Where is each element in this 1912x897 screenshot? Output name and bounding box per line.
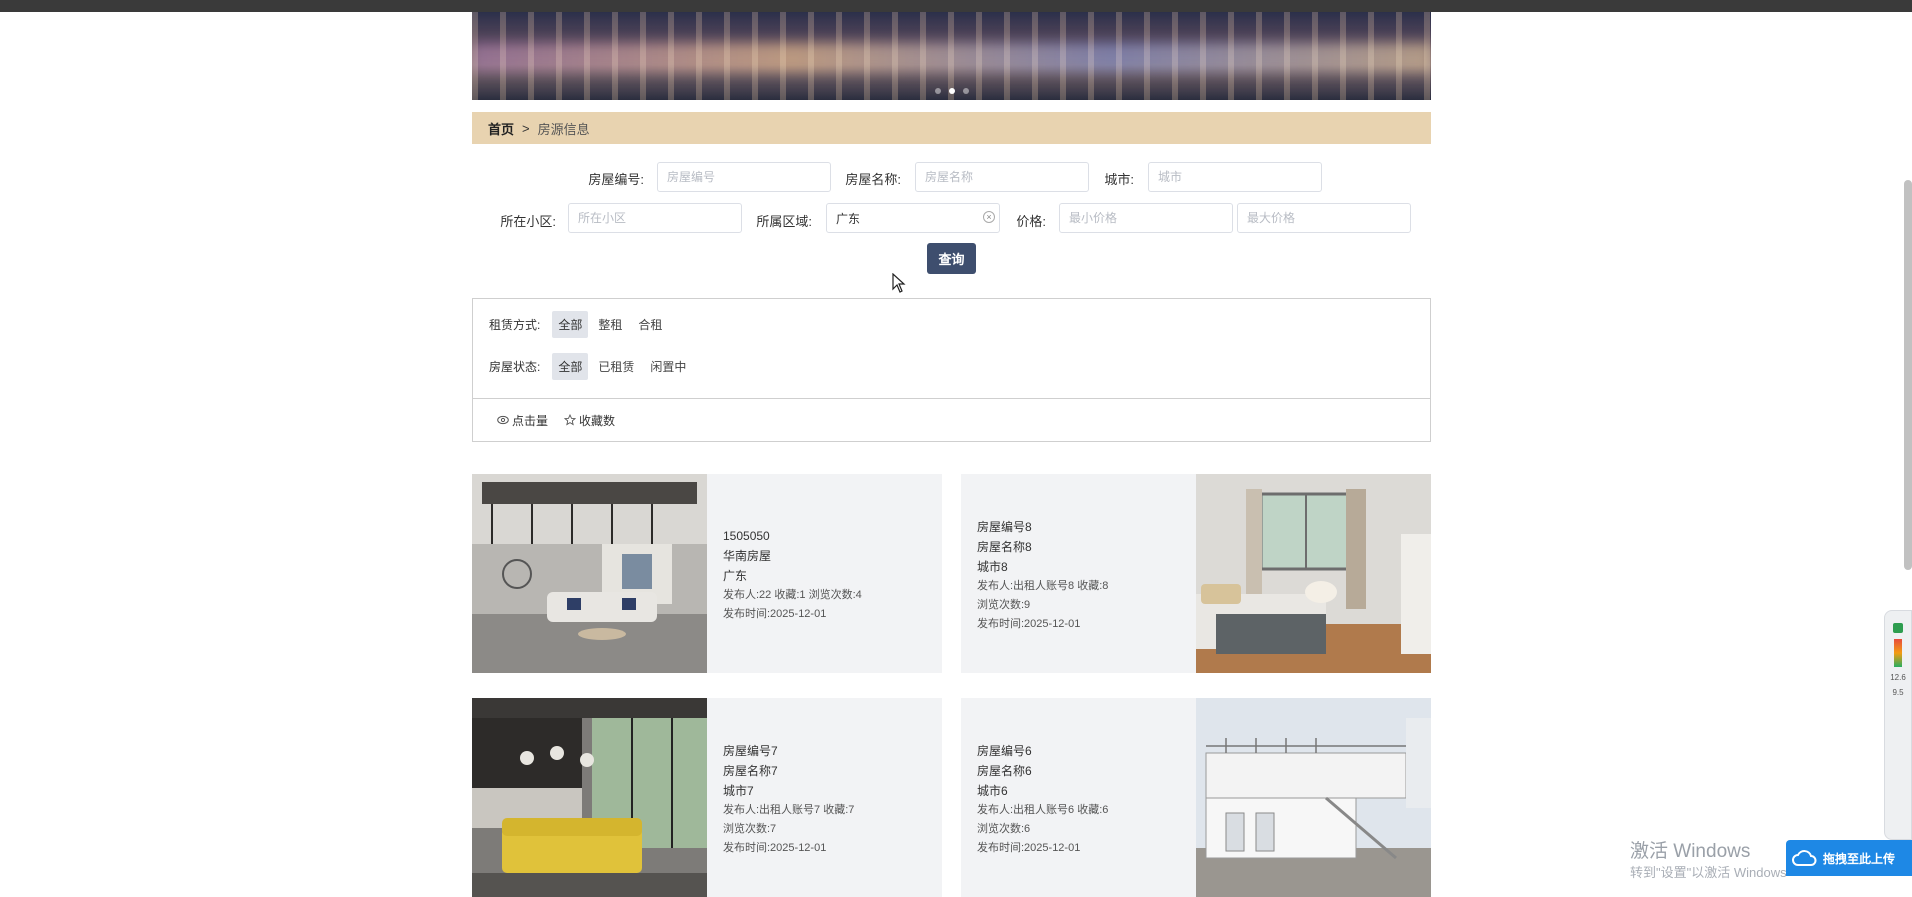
upload-button[interactable]: 拖拽至此上传	[1786, 840, 1912, 876]
listing-card[interactable]: 房屋编号8 房屋名称8 城市8 发布人:出租人账号8 收藏:8 浏览次数:9 发…	[961, 474, 1431, 673]
status-option-idle[interactable]: 闲置中	[644, 353, 692, 380]
windows-activation-subtext: 转到"设置"以激活 Windows	[1630, 865, 1787, 880]
listing-card[interactable]: 房屋编号6 房屋名称6 城市6 发布人:出租人账号6 收藏:6 浏览次数:6 发…	[961, 698, 1431, 897]
rent-type-option-shared[interactable]: 合租	[632, 311, 668, 338]
listing-house-no: 房屋编号8	[977, 520, 1032, 534]
listing-city: 城市8	[977, 560, 1008, 574]
breadcrumb: 首页 > 房源信息	[472, 112, 1431, 144]
listing-meta: 发布人:出租人账号6 收藏:6	[977, 804, 1109, 816]
star-icon	[564, 414, 577, 426]
listing-city: 城市7	[723, 784, 754, 798]
price-label: 价格:	[1016, 214, 1046, 229]
listing-card[interactable]: 房屋编号7 房屋名称7 城市7 发布人:出租人账号7 收藏:7 浏览次数:7 发…	[472, 698, 942, 897]
rent-type-option-whole[interactable]: 整租	[592, 311, 628, 338]
breadcrumb-separator: >	[522, 120, 530, 136]
listing-house-no: 房屋编号7	[723, 744, 778, 758]
sort-bar: 点击量 收藏数	[472, 399, 1431, 442]
carousel-dot[interactable]	[962, 88, 969, 94]
carousel-indicators	[472, 88, 1431, 94]
listing-house-name[interactable]: 华南房屋	[723, 550, 862, 562]
listing-views: 浏览次数:9	[977, 599, 1031, 611]
banner-image-lights	[472, 12, 1431, 100]
sort-by-clicks[interactable]: 点击量	[497, 412, 548, 429]
listing-date: 发布时间:2025-12-01	[977, 842, 1081, 854]
listing-info: 房屋编号6 房屋名称6 城市6 发布人:出租人账号6 收藏:6 浏览次数:6 发…	[977, 745, 1108, 862]
upload-button-label: 拖拽至此上传	[1823, 851, 1896, 866]
sort-by-favorites[interactable]: 收藏数	[564, 412, 615, 429]
filter-panel: 租赁方式: 全部 整租 合租 房屋状态: 全部 已租赁 闲置中	[472, 298, 1431, 399]
breadcrumb-current: 房源信息	[537, 121, 590, 137]
max-price-input[interactable]	[1237, 203, 1411, 233]
status-option-rented[interactable]: 已租赁	[592, 353, 640, 380]
status-label: 房屋状态:	[489, 360, 541, 374]
side-monitor-widget[interactable]: 12.6 9.5	[1884, 610, 1912, 840]
community-label: 所在小区:	[500, 214, 556, 229]
status-option-all[interactable]: 全部	[552, 353, 589, 380]
listing-info: 房屋编号7 房屋名称7 城市7 发布人:出租人账号7 收藏:7 浏览次数:7 发…	[723, 745, 854, 862]
house-no-input[interactable]	[657, 162, 831, 192]
listing-city: 城市6	[977, 784, 1008, 798]
clear-icon[interactable]: ×	[983, 211, 995, 223]
shield-icon	[1893, 623, 1903, 633]
eye-icon	[497, 415, 509, 425]
listing-date: 发布时间:2025-12-01	[723, 608, 827, 620]
listing-info: 房屋编号8 房屋名称8 城市8 发布人:出租人账号8 收藏:8 浏览次数:9 发…	[977, 521, 1108, 638]
page-scrollbar[interactable]	[1904, 180, 1912, 570]
listing-house-no: 1505050	[723, 529, 770, 543]
region-label: 所属区域:	[756, 214, 812, 229]
listing-city: 广东	[723, 569, 748, 583]
container-house-photo	[1196, 698, 1431, 897]
sort-clicks-label: 点击量	[512, 413, 549, 428]
windows-activation-watermark: 激活 Windows	[1630, 841, 1751, 862]
listing-house-no: 房屋编号6	[977, 744, 1032, 758]
community-input[interactable]	[568, 203, 742, 233]
sort-favorites-label: 收藏数	[579, 413, 616, 428]
memory-bar-icon	[1894, 639, 1902, 667]
region-select[interactable]: ×	[826, 203, 1000, 233]
house-name-input[interactable]	[915, 162, 1089, 192]
min-price-input[interactable]	[1059, 203, 1233, 233]
side-stat-2: 9.5	[1892, 688, 1904, 697]
house-name-label: 房屋名称:	[845, 172, 901, 187]
listing-views: 浏览次数:6	[977, 823, 1031, 835]
side-stat-1: 12.6	[1890, 673, 1906, 682]
city-input[interactable]	[1148, 162, 1322, 192]
listing-meta: 发布人:22 收藏:1 浏览次数:4	[723, 589, 862, 601]
listing-house-name[interactable]: 房屋名称6	[977, 765, 1108, 777]
house-no-label: 房屋编号:	[588, 172, 644, 187]
living-room-photo	[472, 474, 707, 673]
listing-meta: 发布人:出租人账号7 收藏:7	[723, 804, 855, 816]
rent-type-label: 租赁方式:	[489, 318, 541, 332]
listing-date: 发布时间:2025-12-01	[977, 618, 1081, 630]
bedroom-photo	[1196, 474, 1431, 673]
listing-date: 发布时间:2025-12-01	[723, 842, 827, 854]
rent-type-option-all[interactable]: 全部	[552, 311, 589, 338]
carousel-dot-active[interactable]	[948, 88, 955, 94]
listing-house-name[interactable]: 房屋名称7	[723, 765, 854, 777]
region-select-input[interactable]	[826, 203, 1000, 233]
banner-carousel[interactable]	[472, 12, 1431, 100]
listing-card[interactable]: 1505050 华南房屋 广东 发布人:22 收藏:1 浏览次数:4 发布时间:…	[472, 474, 942, 673]
query-button[interactable]: 查询	[927, 243, 976, 274]
mouse-cursor-icon	[892, 273, 906, 293]
status-filter: 房屋状态: 全部 已租赁 闲置中	[489, 353, 696, 380]
breadcrumb-home[interactable]: 首页	[488, 119, 514, 138]
city-label: 城市:	[1104, 172, 1134, 187]
kitchen-photo	[472, 698, 707, 897]
listing-house-name[interactable]: 房屋名称8	[977, 541, 1108, 553]
browser-top-bar	[0, 0, 1912, 12]
listing-meta: 发布人:出租人账号8 收藏:8	[977, 580, 1109, 592]
cloud-upload-icon	[1792, 850, 1817, 866]
listing-info: 1505050 华南房屋 广东 发布人:22 收藏:1 浏览次数:4 发布时间:…	[723, 530, 862, 628]
listing-views: 浏览次数:7	[723, 823, 777, 835]
rent-type-filter: 租赁方式: 全部 整租 合租	[489, 311, 672, 338]
carousel-dot[interactable]	[934, 88, 941, 94]
